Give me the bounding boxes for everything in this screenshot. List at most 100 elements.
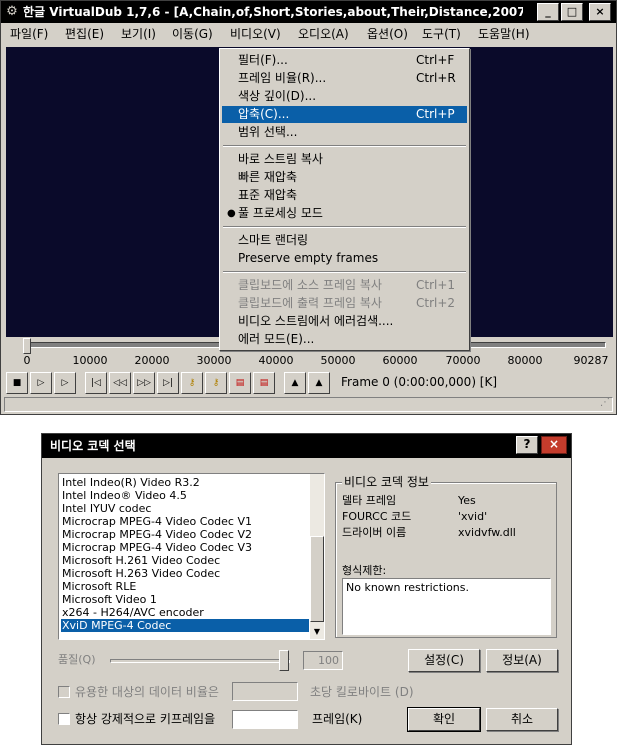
configure-button[interactable]: 설정(C) bbox=[408, 649, 480, 672]
maximize-button[interactable]: □ bbox=[561, 3, 583, 21]
codec-list-item-selected[interactable]: XviD MPEG-4 Codec bbox=[61, 619, 309, 632]
codec-list-item[interactable]: Microsoft RLE bbox=[61, 580, 309, 593]
restrictions-label: 형식제한: bbox=[342, 564, 387, 577]
stop-icon[interactable]: ■ bbox=[6, 372, 28, 394]
dialog-titlebar[interactable]: 비디오 코덱 선택 ? × bbox=[42, 434, 571, 458]
menu-item-direct-stream-copy[interactable]: 바로 스트림 복사 bbox=[222, 151, 467, 168]
cancel-button[interactable]: 취소 bbox=[486, 708, 558, 731]
listbox-scrollbar[interactable]: ▼ bbox=[310, 474, 324, 639]
keyframe-checkbox[interactable] bbox=[58, 713, 70, 725]
menu-item-label: 빠른 재압축 bbox=[238, 170, 298, 184]
quality-slider-track[interactable] bbox=[110, 659, 290, 663]
menu-item-label: 에러 모드(E)... bbox=[238, 332, 315, 346]
frame-status: Frame 0 (0:00:00,000) [K] bbox=[341, 375, 498, 389]
timeline-thumb[interactable] bbox=[23, 338, 31, 354]
dialog-close-button[interactable]: × bbox=[541, 436, 567, 454]
menu-item-select-range[interactable]: 범위 선택... bbox=[222, 124, 467, 141]
codec-list-item[interactable]: Intel IYUV codec bbox=[61, 502, 309, 515]
menu-video[interactable]: 비디오(V) bbox=[230, 26, 281, 42]
menu-go[interactable]: 이동(G) bbox=[172, 26, 213, 42]
info-label-driver: 드라이버 이름 bbox=[342, 526, 407, 539]
menu-tools[interactable]: 도구(T) bbox=[422, 26, 461, 42]
datarate-checkbox[interactable] bbox=[58, 686, 70, 698]
keyframe-checkbox-label: 항상 강제적으로 키프레임을 bbox=[75, 712, 216, 726]
codec-list-item[interactable]: Microcrap MPEG-4 Video Codec V1 bbox=[61, 515, 309, 528]
prev-key-icon[interactable]: ⚷ bbox=[181, 372, 203, 394]
datarate-checkbox-label: 유용한 대상의 데이터 비율은 bbox=[75, 685, 219, 699]
mark-in-icon[interactable]: ▲ bbox=[284, 372, 306, 394]
timeline-tick: 80000 bbox=[507, 354, 543, 367]
next-frame-icon[interactable]: ▷▷ bbox=[133, 372, 155, 394]
codec-list-item[interactable]: Microsoft H.263 Video Codec bbox=[61, 567, 309, 580]
menu-item-label: 범위 선택... bbox=[238, 125, 298, 139]
codec-list-item[interactable]: x264 - H264/AVC encoder bbox=[61, 606, 309, 619]
menu-item-fast-recompress[interactable]: 빠른 재압축 bbox=[222, 169, 467, 186]
mark-out-icon[interactable]: ▲ bbox=[308, 372, 330, 394]
quality-value-field[interactable]: 100 bbox=[303, 651, 343, 670]
menu-item-label: Preserve empty frames bbox=[238, 251, 379, 265]
menu-item-scan-errors[interactable]: 비디오 스트림에서 에러검색.... bbox=[222, 313, 467, 330]
help-button[interactable]: ? bbox=[516, 436, 538, 454]
about-button[interactable]: 정보(A) bbox=[486, 649, 558, 672]
codec-listbox[interactable]: Intel Indeo(R) Video R3.2 Intel Indeo® V… bbox=[58, 473, 325, 640]
virtualdub-window: ⚙ 한글 VirtualDub 1,7,6 - [A,Chain,of,Shor… bbox=[0, 0, 617, 415]
menu-options[interactable]: 옵션(O) bbox=[367, 26, 408, 42]
menu-item-filters[interactable]: 필터(F)... Ctrl+F bbox=[222, 52, 467, 69]
quality-slider-thumb[interactable] bbox=[279, 650, 289, 671]
timeline-tick: 70000 bbox=[445, 354, 481, 367]
codec-list-item[interactable]: Microcrap MPEG-4 Video Codec V3 bbox=[61, 541, 309, 554]
timeline-tick: 10000 bbox=[72, 354, 108, 367]
codec-list-item[interactable]: Microcrap MPEG-4 Video Codec V2 bbox=[61, 528, 309, 541]
restrictions-textbox[interactable]: No known restrictions. bbox=[342, 578, 551, 635]
menu-help[interactable]: 도움말(H) bbox=[478, 26, 530, 42]
scrollbar-thumb[interactable] bbox=[310, 536, 324, 622]
main-titlebar[interactable]: ⚙ 한글 VirtualDub 1,7,6 - [A,Chain,of,Shor… bbox=[1, 1, 616, 23]
prev-scene-icon[interactable]: ▤ bbox=[229, 372, 251, 394]
timeline-tick: 40000 bbox=[258, 354, 294, 367]
menu-separator bbox=[223, 145, 466, 147]
menu-file[interactable]: 파일(F) bbox=[10, 26, 48, 42]
minimize-button[interactable]: _ bbox=[537, 3, 559, 21]
menu-audio[interactable]: 오디오(A) bbox=[298, 26, 349, 42]
main-menubar: 파일(F) 편집(E) 보기(I) 이동(G) 비디오(V) 오디오(A) 옵션… bbox=[1, 23, 616, 45]
start-icon[interactable]: |◁ bbox=[85, 372, 107, 394]
next-key-icon[interactable]: ⚷ bbox=[205, 372, 227, 394]
play-output-icon[interactable]: ▷ bbox=[54, 372, 76, 394]
menu-item-color-depth[interactable]: 색상 깊이(D)... bbox=[222, 88, 467, 105]
menu-item-shortcut: Ctrl+R bbox=[416, 71, 456, 85]
menu-item-label: 클립보드에 소스 프레임 복사 bbox=[238, 278, 382, 292]
menu-item-smart-rendering[interactable]: 스마트 랜더링 bbox=[222, 232, 467, 249]
menu-view[interactable]: 보기(I) bbox=[121, 26, 156, 42]
prev-frame-icon[interactable]: ◁◁ bbox=[109, 372, 131, 394]
menu-item-preserve-empty-frames[interactable]: Preserve empty frames bbox=[222, 250, 467, 267]
menu-item-compression[interactable]: 압축(C)... Ctrl+P bbox=[222, 106, 467, 123]
menu-item-copy-output-frame[interactable]: 클립보드에 출력 프레임 복사 Ctrl+2 bbox=[222, 295, 467, 312]
close-button[interactable]: × bbox=[589, 3, 611, 21]
codec-list-item[interactable]: Intel Indeo(R) Video R3.2 bbox=[61, 476, 309, 489]
menu-edit[interactable]: 편집(E) bbox=[65, 26, 104, 42]
menu-item-full-processing[interactable]: ● 풀 프로세싱 모드 bbox=[222, 205, 467, 222]
info-value-fourcc: 'xvid' bbox=[458, 510, 488, 523]
menu-item-frame-rate[interactable]: 프레임 비율(R)... Ctrl+R bbox=[222, 70, 467, 87]
virtualdub-app-icon[interactable]: ⚙ bbox=[4, 4, 20, 20]
ok-button[interactable]: 확인 bbox=[407, 707, 481, 732]
menu-item-normal-recompress[interactable]: 표준 재압축 bbox=[222, 187, 467, 204]
keyframe-input[interactable] bbox=[232, 710, 298, 729]
size-grip-icon[interactable]: ⋰ bbox=[598, 397, 610, 409]
menu-item-label: 풀 프로세싱 모드 bbox=[238, 206, 323, 220]
play-input-icon[interactable]: ▷ bbox=[30, 372, 52, 394]
datarate-input[interactable] bbox=[232, 682, 298, 701]
menu-item-copy-source-frame[interactable]: 클립보드에 소스 프레임 복사 Ctrl+1 bbox=[222, 277, 467, 294]
menu-item-shortcut: Ctrl+P bbox=[416, 107, 455, 121]
menu-item-error-mode[interactable]: 에러 모드(E)... bbox=[222, 331, 467, 348]
menu-separator bbox=[223, 226, 466, 228]
codec-list-item[interactable]: Microsoft H.261 Video Codec bbox=[61, 554, 309, 567]
end-icon[interactable]: ▷| bbox=[157, 372, 179, 394]
timeline-tick: 20000 bbox=[134, 354, 170, 367]
codec-list-item[interactable]: Microsoft Video 1 bbox=[61, 593, 309, 606]
codec-list-item[interactable]: Intel Indeo® Video 4.5 bbox=[61, 489, 309, 502]
menu-item-label: 프레임 비율(R)... bbox=[238, 71, 327, 85]
scroll-down-icon[interactable]: ▼ bbox=[310, 625, 324, 639]
next-scene-icon[interactable]: ▤ bbox=[253, 372, 275, 394]
menu-item-label: 색상 깊이(D)... bbox=[238, 89, 317, 103]
